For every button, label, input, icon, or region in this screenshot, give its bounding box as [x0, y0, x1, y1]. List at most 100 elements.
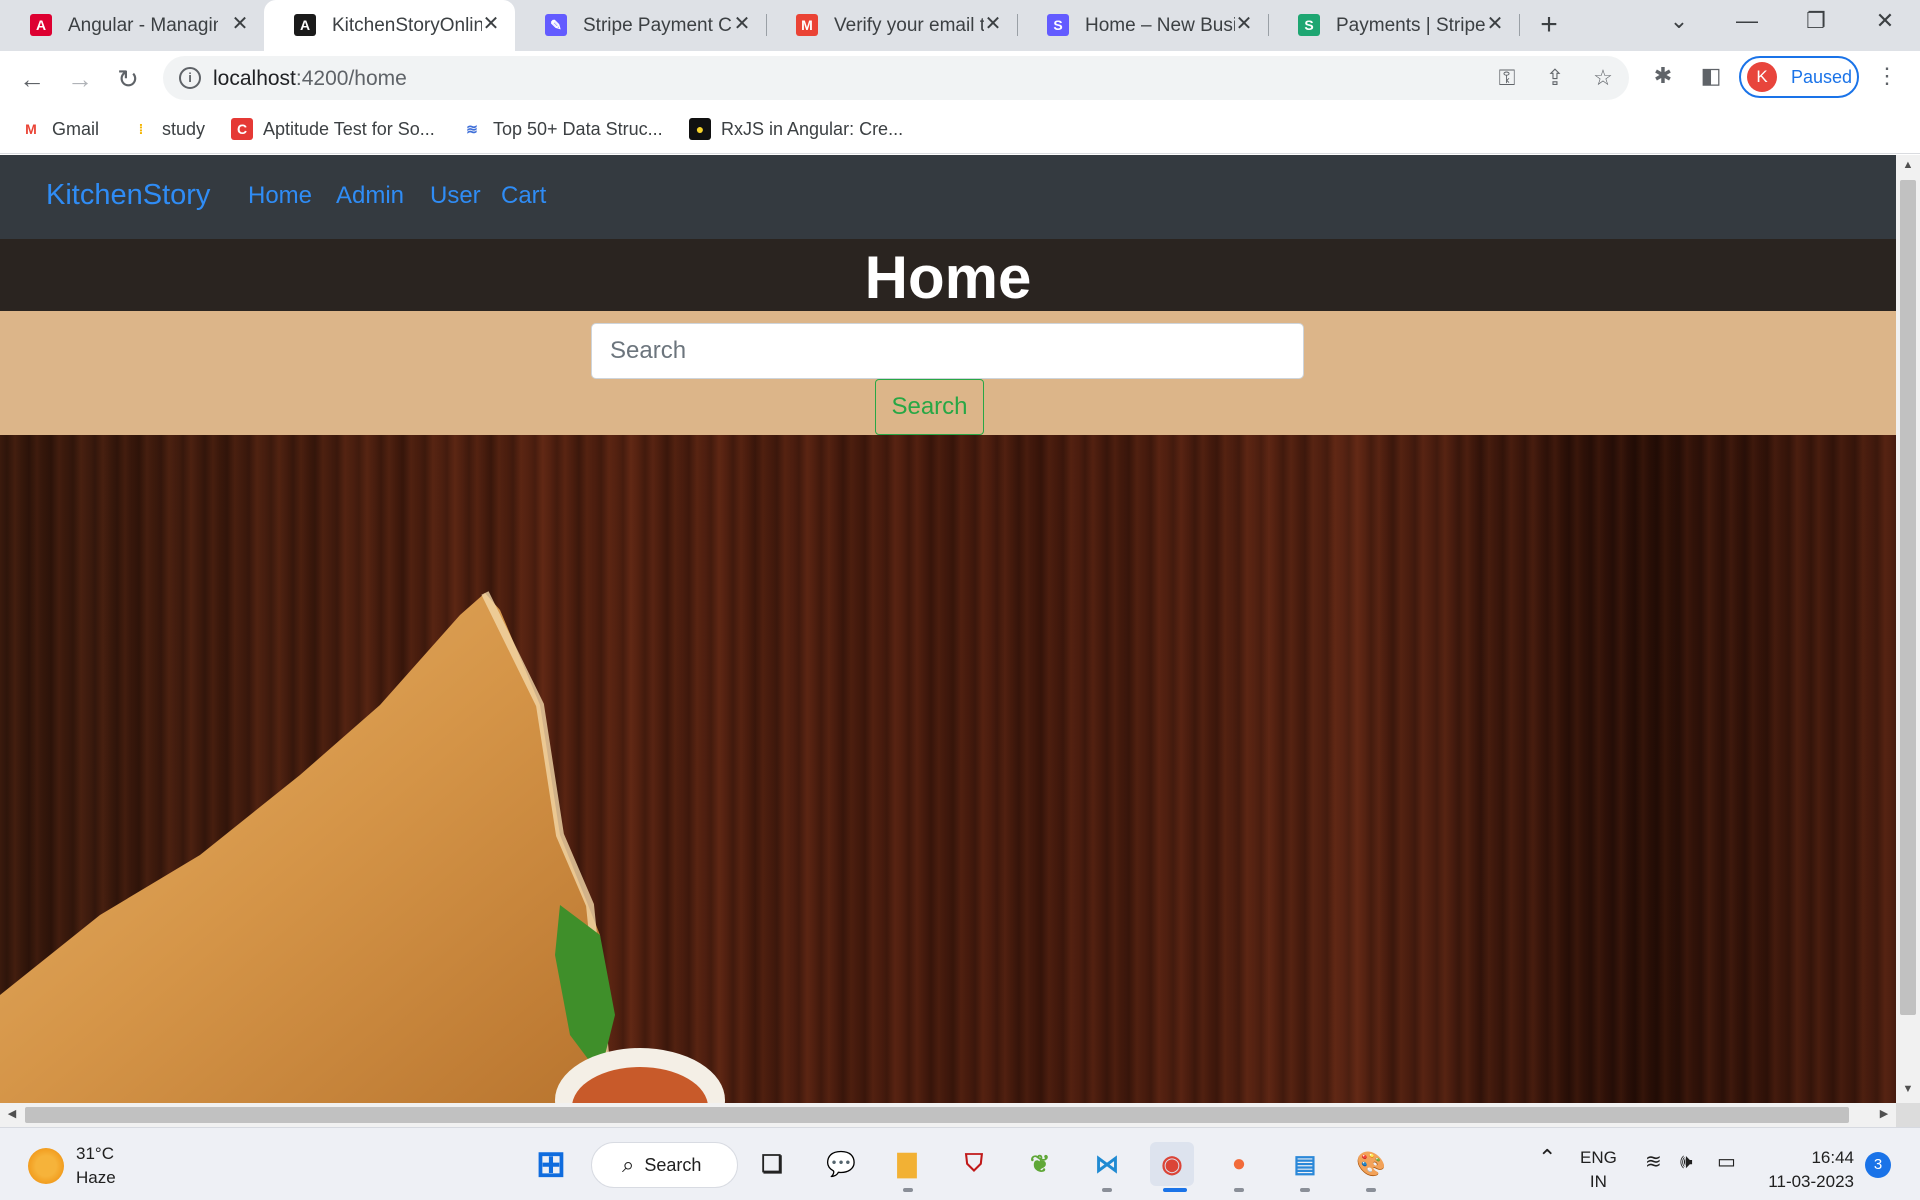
menu-icon[interactable]: ⋮: [1872, 63, 1902, 93]
tab-angular[interactable]: A Angular - Managing ✕: [0, 0, 264, 51]
close-window-icon[interactable]: ✕: [1865, 8, 1905, 40]
bookmark-aptitude[interactable]: C Aptitude Test for So...: [231, 115, 435, 143]
url-text[interactable]: localhost:4200/home: [213, 67, 407, 91]
tab-gmail[interactable]: M Verify your email to ✕: [766, 0, 1018, 51]
stripe-tool-icon: ✎: [545, 14, 567, 36]
star-icon[interactable]: ☆: [1589, 65, 1617, 93]
battery-icon[interactable]: ▭: [1717, 1150, 1736, 1174]
bookmark-label: study: [162, 118, 206, 139]
task-view-icon[interactable]: ❏: [750, 1142, 794, 1186]
tab-kitchenstory[interactable]: A KitchenStoryOnline ✕: [264, 0, 515, 51]
close-icon[interactable]: ✕: [981, 12, 1005, 36]
page-title: Home: [864, 244, 1032, 311]
lang-top: ENG: [1580, 1148, 1617, 1167]
weather-widget[interactable]: 31°C Haze: [28, 1142, 116, 1190]
time: 16:44: [1811, 1148, 1854, 1167]
bulb-icon: ●: [689, 118, 711, 140]
hero-food-image: [0, 435, 1896, 1103]
date: 11-03-2023: [1768, 1172, 1854, 1191]
notification-badge[interactable]: 3: [1865, 1152, 1891, 1178]
file-explorer-icon[interactable]: ▇: [885, 1142, 929, 1186]
vertical-scroll-thumb[interactable]: [1900, 180, 1916, 1015]
bookmark-rxjs[interactable]: ● RxJS in Angular: Cre...: [689, 115, 903, 143]
search-icon: ⌕: [622, 1152, 635, 1177]
extensions-icon[interactable]: ✱: [1648, 63, 1678, 93]
tab-strip: A Angular - Managing ✕ A KitchenStoryOnl…: [0, 0, 1920, 51]
windows-start-icon[interactable]: ⊞: [529, 1142, 573, 1186]
vertical-scrollbar[interactable]: ▲ ▼: [1896, 155, 1920, 1103]
close-icon[interactable]: ✕: [1483, 12, 1507, 36]
wifi-icon[interactable]: ≋: [1645, 1150, 1662, 1174]
horizontal-scroll-thumb[interactable]: [25, 1107, 1849, 1123]
bookmark-study[interactable]: ⁞ study: [130, 115, 205, 143]
back-icon[interactable]: ←: [15, 62, 49, 96]
url-host: localhost: [213, 67, 296, 90]
close-icon[interactable]: ✕: [1232, 12, 1256, 36]
nav-link-home[interactable]: Home: [248, 182, 312, 210]
close-icon[interactable]: ✕: [228, 12, 252, 36]
close-icon[interactable]: ✕: [730, 12, 754, 36]
tab-stripe-home[interactable]: S Home – New Busine ✕: [1017, 0, 1269, 51]
search-input[interactable]: [591, 323, 1304, 379]
show-hidden-icons[interactable]: ⌃: [1538, 1146, 1556, 1170]
scroll-right-icon[interactable]: ▶: [1876, 1107, 1892, 1123]
paint-icon[interactable]: 🎨: [1349, 1142, 1393, 1186]
url-path: :4200/home: [295, 67, 407, 90]
bookmark-label: Gmail: [52, 118, 100, 139]
new-tab-button[interactable]: +: [1533, 10, 1565, 42]
chrome-icon[interactable]: ◉: [1150, 1142, 1194, 1186]
postman-icon[interactable]: ●: [1217, 1142, 1261, 1186]
bookmark-data-structures[interactable]: ≋ Top 50+ Data Struc...: [461, 115, 662, 143]
scroll-down-icon[interactable]: ▼: [1900, 1083, 1916, 1099]
tab-title: KitchenStoryOnline: [332, 15, 482, 36]
running-indicator: [1366, 1188, 1376, 1192]
tab-stripe-payments[interactable]: S Payments | Stripe D ✕: [1268, 0, 1520, 51]
notepad-icon[interactable]: ▤: [1283, 1142, 1327, 1186]
teams-chat-icon[interactable]: 💬: [819, 1142, 863, 1186]
forward-icon[interactable]: →: [63, 62, 97, 96]
side-panel-icon[interactable]: ◧: [1696, 63, 1726, 93]
mcafee-icon[interactable]: ⛉: [952, 1142, 996, 1186]
close-icon[interactable]: ✕: [479, 12, 503, 36]
restore-icon[interactable]: ❐: [1796, 8, 1836, 40]
tab-title: Verify your email to: [834, 15, 984, 36]
taskbar-search[interactable]: ⌕ Search: [591, 1142, 738, 1188]
weather-haze-icon: [28, 1148, 64, 1184]
running-indicator: [903, 1188, 913, 1192]
horizontal-scrollbar[interactable]: ◀ ▶: [0, 1103, 1896, 1127]
nav-link-user[interactable]: User: [430, 182, 481, 210]
scroll-up-icon[interactable]: ▲: [1900, 159, 1916, 175]
nav-link-admin[interactable]: Admin: [336, 182, 404, 210]
tab-stripe-checkout[interactable]: ✎ Stripe Payment Che ✕: [515, 0, 767, 51]
weather-condition: Haze: [76, 1168, 116, 1187]
profile-button[interactable]: K Paused: [1739, 56, 1859, 98]
spring-tool-icon[interactable]: ❦: [1018, 1142, 1062, 1186]
running-indicator: [1163, 1188, 1187, 1192]
taskbar-search-label: Search: [644, 1154, 702, 1175]
tab-title: Angular - Managing: [68, 15, 218, 36]
brand-link[interactable]: KitchenStory: [46, 179, 210, 212]
browser-toolbar: ← → ↻ i localhost:4200/home ⚿ ⇪ ☆ ✱ ◧ K …: [0, 51, 1920, 105]
vscode-icon[interactable]: ⋈: [1085, 1142, 1129, 1186]
scrollbar-corner: [1896, 1103, 1920, 1127]
clock[interactable]: 16:44 11-03-2023: [1762, 1146, 1854, 1194]
data-struct-icon: ≋: [466, 120, 478, 137]
bookmark-gmail[interactable]: M Gmail: [20, 115, 99, 143]
key-icon[interactable]: ⚿: [1493, 65, 1521, 93]
tab-separator: [1519, 14, 1520, 36]
address-bar[interactable]: i localhost:4200/home ⚿ ⇪ ☆: [163, 56, 1629, 100]
site-info-icon[interactable]: i: [179, 67, 201, 89]
bookmark-label: Aptitude Test for So...: [263, 118, 435, 139]
share-icon[interactable]: ⇪: [1541, 65, 1569, 93]
tab-search-icon[interactable]: ⌄: [1659, 8, 1699, 40]
search-button[interactable]: Search: [875, 379, 984, 435]
reload-icon[interactable]: ↻: [111, 62, 145, 96]
tab-title: Payments | Stripe D: [1336, 15, 1486, 36]
minimize-icon[interactable]: —: [1727, 8, 1767, 40]
scroll-left-icon[interactable]: ◀: [4, 1107, 20, 1123]
running-indicator: [1300, 1188, 1310, 1192]
language-indicator[interactable]: ENG IN: [1580, 1146, 1617, 1194]
weather-text: 31°C Haze: [76, 1142, 116, 1190]
nav-link-cart[interactable]: Cart: [501, 182, 546, 210]
volume-icon[interactable]: 🕪: [1680, 1150, 1693, 1174]
